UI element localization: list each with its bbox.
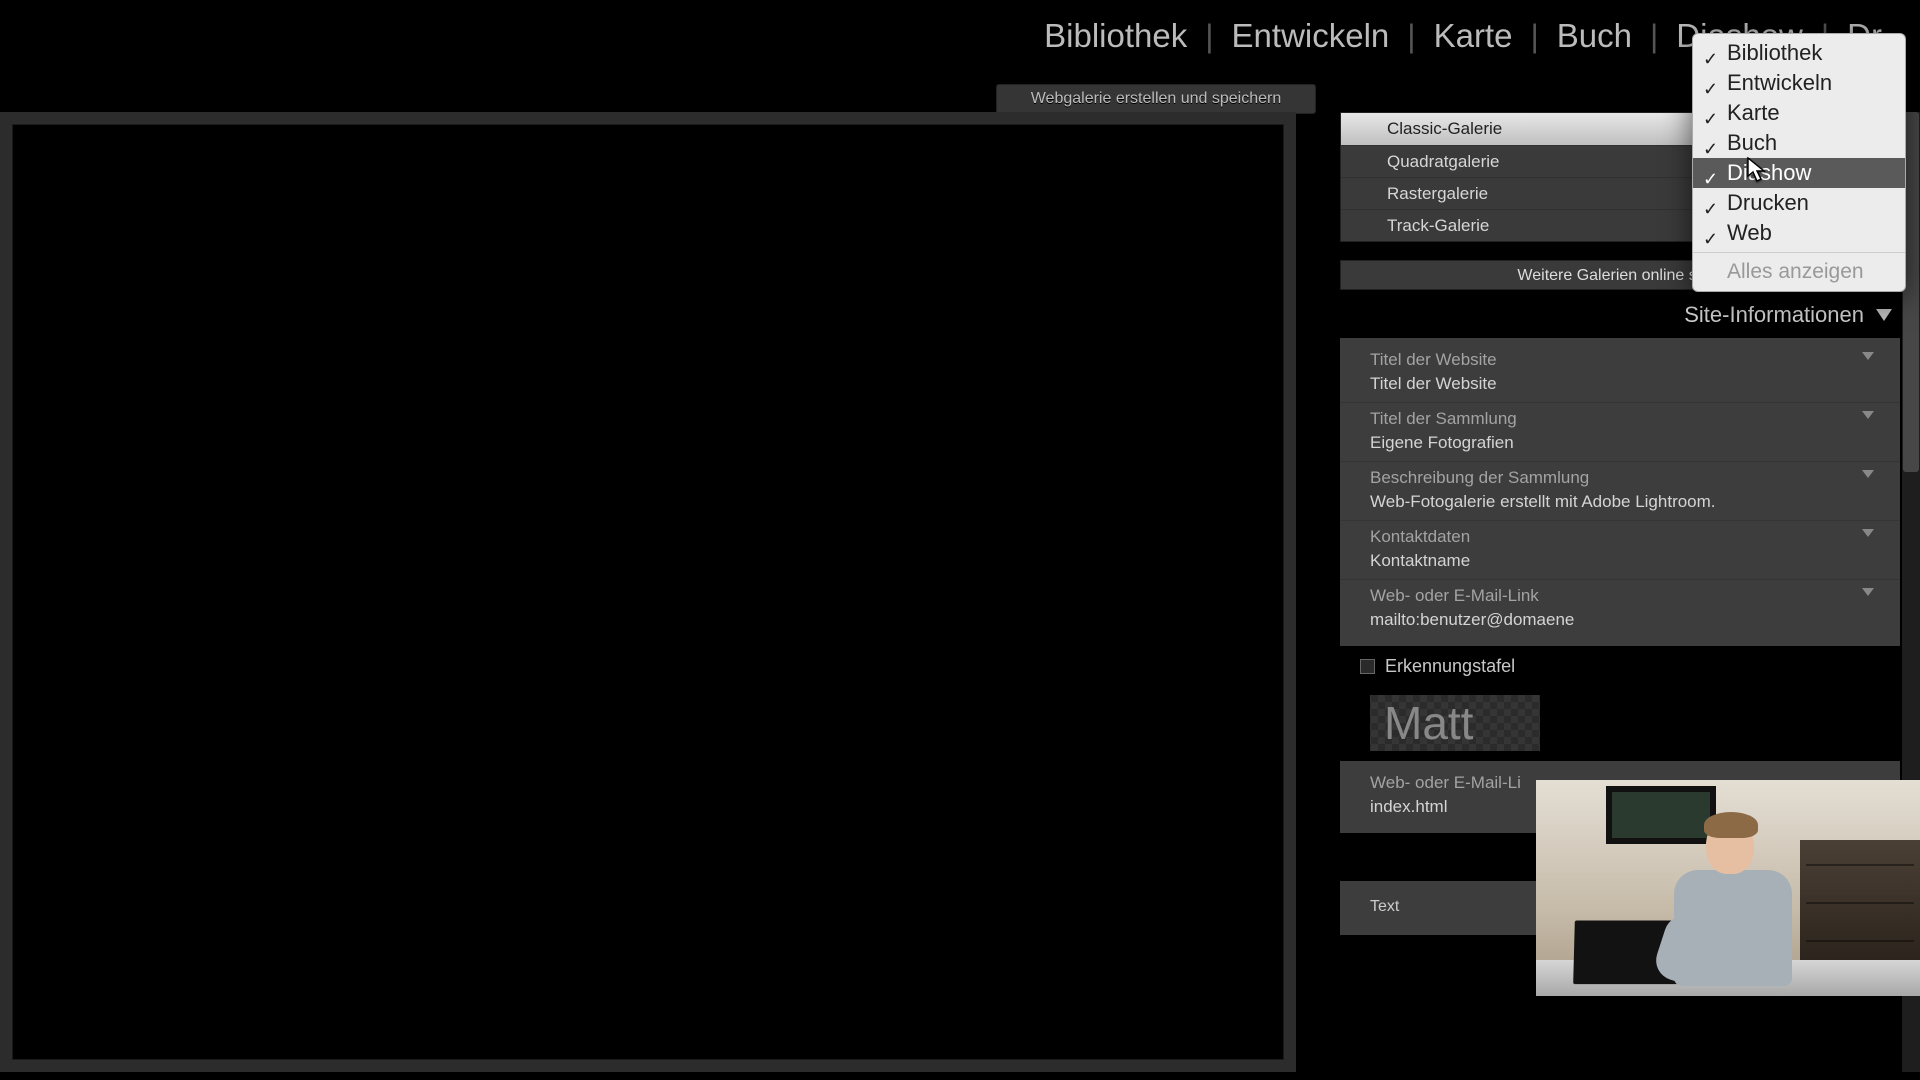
menu-item-bibliothek[interactable]: ✓ Bibliothek: [1693, 38, 1905, 68]
module-tab-entwickeln[interactable]: Entwickeln: [1214, 17, 1408, 55]
dropdown-arrow-icon[interactable]: [1862, 529, 1874, 537]
module-picker-menu: ✓ Bibliothek ✓ Entwickeln ✓ Karte ✓ Buch…: [1692, 33, 1906, 292]
dropdown-arrow-icon[interactable]: [1862, 352, 1874, 360]
field-value[interactable]: Titel der Website: [1370, 374, 1870, 394]
identity-plate-label: Erkennungstafel: [1385, 656, 1515, 677]
field-contact[interactable]: Kontaktdaten Kontaktname: [1340, 521, 1900, 580]
preview-canvas: [12, 124, 1284, 1060]
field-collection-description[interactable]: Beschreibung der Sammlung Web-Fotogaleri…: [1340, 462, 1900, 521]
identity-plate-checkbox[interactable]: [1360, 659, 1375, 674]
identity-plate-preview-wrap: Matt: [1340, 687, 1900, 761]
check-icon: ✓: [1703, 224, 1718, 254]
preview-area: [0, 112, 1296, 1072]
module-separator: |: [1650, 18, 1658, 55]
field-site-title[interactable]: Titel der Website Titel der Website: [1340, 344, 1900, 403]
field-label: Titel der Sammlung: [1370, 409, 1870, 429]
webcam-overlay: [1536, 780, 1920, 996]
menu-item-label: Diashow: [1727, 160, 1811, 185]
field-label: Kontaktdaten: [1370, 527, 1870, 547]
module-tab-karte[interactable]: Karte: [1416, 17, 1531, 55]
menu-item-label: Drucken: [1727, 190, 1809, 215]
identity-plate-preview[interactable]: Matt: [1370, 695, 1540, 751]
field-web-email-link[interactable]: Web- oder E-Mail-Link mailto:benutzer@do…: [1340, 580, 1900, 638]
menu-item-buch[interactable]: ✓ Buch: [1693, 128, 1905, 158]
field-label: Beschreibung der Sammlung: [1370, 468, 1870, 488]
menu-item-label: Entwickeln: [1727, 70, 1832, 95]
module-separator: |: [1407, 18, 1415, 55]
field-value[interactable]: mailto:benutzer@domaene: [1370, 610, 1870, 630]
field-value[interactable]: Kontaktname: [1370, 551, 1870, 571]
menu-item-karte[interactable]: ✓ Karte: [1693, 98, 1905, 128]
identity-plate-row: Erkennungstafel: [1340, 646, 1900, 687]
section-header-site-info[interactable]: Site-Informationen: [1340, 290, 1900, 338]
palette-text-label: Text: [1370, 898, 1399, 916]
module-tab-bibliothek[interactable]: Bibliothek: [1026, 17, 1205, 55]
menu-item-label: Karte: [1727, 100, 1780, 125]
dropdown-arrow-icon[interactable]: [1862, 588, 1874, 596]
section-title: Site-Informationen: [1684, 302, 1864, 328]
field-value[interactable]: Eigene Fotografien: [1370, 433, 1870, 453]
field-label: Web- oder E-Mail-Link: [1370, 586, 1870, 606]
menu-item-label: Web: [1727, 220, 1772, 245]
module-separator: |: [1530, 18, 1538, 55]
menu-item-drucken[interactable]: ✓ Drucken: [1693, 188, 1905, 218]
dropdown-arrow-icon[interactable]: [1862, 411, 1874, 419]
menu-show-all[interactable]: Alles anzeigen: [1693, 257, 1905, 287]
menu-item-label: Bibliothek: [1727, 40, 1822, 65]
field-label: Titel der Website: [1370, 350, 1870, 370]
field-value[interactable]: Web-Fotogalerie erstellt mit Adobe Light…: [1370, 492, 1870, 512]
menu-item-label: Buch: [1727, 130, 1777, 155]
module-tab-buch[interactable]: Buch: [1539, 17, 1650, 55]
menu-item-entwickeln[interactable]: ✓ Entwickeln: [1693, 68, 1905, 98]
module-separator: |: [1205, 18, 1213, 55]
create-web-gallery-button[interactable]: Webgalerie erstellen und speichern: [996, 84, 1316, 114]
site-info-fields: Titel der Website Titel der Website Tite…: [1340, 338, 1900, 646]
menu-separator: [1693, 252, 1905, 253]
field-collection-title[interactable]: Titel der Sammlung Eigene Fotografien: [1340, 403, 1900, 462]
dropdown-arrow-icon[interactable]: [1862, 470, 1874, 478]
disclosure-triangle-icon: [1876, 309, 1892, 321]
menu-item-diashow[interactable]: ✓ Diashow: [1693, 158, 1905, 188]
menu-item-web[interactable]: ✓ Web: [1693, 218, 1905, 248]
